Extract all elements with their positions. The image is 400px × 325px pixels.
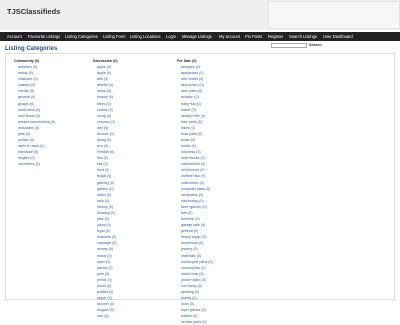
- site-header: TJSClassifieds: [0, 0, 400, 30]
- category-link[interactable]: volunteers (0): [14, 161, 55, 167]
- nav-item-user-dashboard[interactable]: User Dashboard: [323, 32, 353, 41]
- nav-item-favourite-listings[interactable]: Favourite Listings: [28, 32, 60, 41]
- nav-item-account[interactable]: Account: [7, 32, 22, 41]
- nav-item-my-account[interactable]: My account: [219, 32, 240, 41]
- nav-item-pin-posts[interactable]: Pin Posts: [245, 32, 262, 41]
- nav-item-listing-locations[interactable]: Listing Locations: [130, 32, 161, 41]
- nav-item-login[interactable]: Login: [166, 32, 176, 41]
- category-link[interactable]: rofo (0): [93, 313, 118, 319]
- nav-item-listing-categories[interactable]: Listing Categories: [65, 32, 98, 41]
- main-nav: Account Favourite Listings Listing Categ…: [0, 32, 400, 41]
- category-column-for-sale: For Sale (0) antiques (0) appliances (0) ar…: [177, 58, 213, 325]
- category-column-discussion: Discussion (0) apple (0) apple (0) arts (0)…: [93, 58, 118, 319]
- header-banner: [268, 1, 400, 29]
- nav-item-listing-form[interactable]: Listing Form: [103, 32, 126, 41]
- nav-item-manage-listings[interactable]: Manage Listings: [182, 32, 212, 41]
- nav-item-register[interactable]: Register: [268, 32, 283, 41]
- category-link[interactable]: motorcycle parts (0): [177, 259, 213, 265]
- search-button[interactable]: Search: [309, 43, 323, 48]
- page-title: Listing Categories: [5, 46, 58, 52]
- nav-item-search-listings[interactable]: Search Listings: [289, 32, 317, 41]
- search-input[interactable]: [271, 43, 307, 48]
- category-link[interactable]: vehicle parts (0): [177, 319, 213, 325]
- categories-panel: Community (0) activities (0) artists (0) ch…: [5, 53, 395, 324]
- category-link[interactable]: computer parts (0): [177, 186, 213, 192]
- site-title[interactable]: TJSClassifieds: [7, 7, 60, 16]
- category-link[interactable]: missed connections (0): [14, 119, 55, 125]
- category-link[interactable]: gaming (0): [93, 180, 118, 186]
- category-column-community: Community (0) activities (0) artists (0) ch…: [14, 58, 55, 167]
- category-link[interactable]: cosmos (0): [93, 119, 118, 125]
